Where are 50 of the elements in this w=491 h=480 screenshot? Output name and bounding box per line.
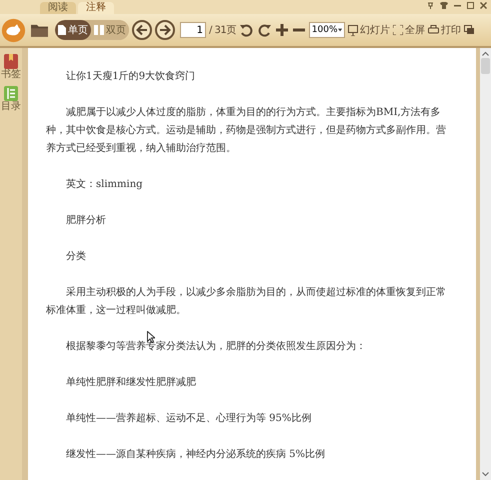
paragraph: 减肥属于以减少人体过度的脂肪，体重为目的的行为方式。主要指标为BMI,方法有多种，其中饮食是核心方式。运动是辅助，药物是强制方式进行，但是药物方式多副作用。营养方式已经受到重视，纳入辅助治疗范围。 <box>46 106 447 156</box>
back-button[interactable] <box>132 20 152 40</box>
copy-icon[interactable] <box>464 25 475 35</box>
rotate-right-icon[interactable] <box>256 22 272 38</box>
sidebar-item[interactable]: 目录 <box>1 86 21 112</box>
shirt-icon[interactable] <box>440 2 448 9</box>
scroll-thumb[interactable] <box>481 58 490 74</box>
paragraph: 肥胖分析 <box>65 214 107 228</box>
maximize-icon[interactable] <box>467 2 474 9</box>
toolbar-action[interactable]: 幻灯片 <box>348 23 390 37</box>
logo-icon[interactable] <box>1 18 26 42</box>
page-number-field[interactable]: 1 <box>180 22 206 38</box>
fullscreen-icon <box>392 25 403 35</box>
paragraph: 继发性——源自某种疾病，神经内分泌系统的疾病 5%比例 <box>65 448 326 462</box>
paragraph: 单纯性肥胖和继发性肥胖减肥 <box>65 376 197 390</box>
paragraph: 让你1天瘦1斤的9大饮食窍门 <box>65 70 196 84</box>
paragraph: 英文：slimming <box>65 178 144 192</box>
scrollbar[interactable] <box>480 48 491 480</box>
close-icon[interactable] <box>480 2 487 9</box>
pin-icon[interactable] <box>427 2 434 9</box>
paragraph: 单纯性——营养超标、运动不足、心理行为等 95%比例 <box>65 412 312 426</box>
view-mode-button[interactable]: 双页 <box>91 20 129 40</box>
rotate-left-icon[interactable] <box>238 22 254 38</box>
sidebar-item[interactable]: 书签 <box>1 54 21 80</box>
screen-icon <box>348 24 358 36</box>
list-icon <box>4 86 18 101</box>
page-total: / 31页 <box>209 24 236 37</box>
scroll-down-icon[interactable] <box>482 472 489 477</box>
cursor-icon <box>147 331 155 343</box>
paragraph: 分类 <box>65 250 87 264</box>
zoom-in-icon[interactable] <box>274 23 289 37</box>
printer-icon <box>428 25 439 35</box>
two-pages-icon <box>94 25 104 35</box>
view-mode-button[interactable]: 单页 <box>55 20 91 40</box>
scroll-up-icon[interactable] <box>482 51 489 56</box>
zoom-select[interactable]: 100% <box>308 22 345 38</box>
dropdown-caret-icon <box>338 28 342 32</box>
paragraph: 根据黎黍匀等营养专家分类法认为，肥胖的分类依照发生原因分为： <box>65 340 367 354</box>
toolbar-action[interactable]: 打印 <box>428 23 461 37</box>
page-icon <box>58 25 66 35</box>
toolbar-action[interactable]: 全屏 <box>392 23 425 37</box>
forward-button[interactable] <box>155 20 175 40</box>
left-arrow-icon <box>136 24 148 36</box>
minimize-icon[interactable] <box>454 2 461 9</box>
folder-icon[interactable] <box>31 23 48 37</box>
tab[interactable]: 阅读 <box>40 2 76 14</box>
book-icon <box>4 54 18 69</box>
tab[interactable]: 注释 <box>78 2 114 14</box>
right-arrow-icon <box>159 24 171 36</box>
paragraph: 采用主动积极的人为手段，以减少多余脂肪为目的，从而使超过标准的体重恢复到正常标准体重，这一过程叫做减肥。 <box>46 286 447 318</box>
